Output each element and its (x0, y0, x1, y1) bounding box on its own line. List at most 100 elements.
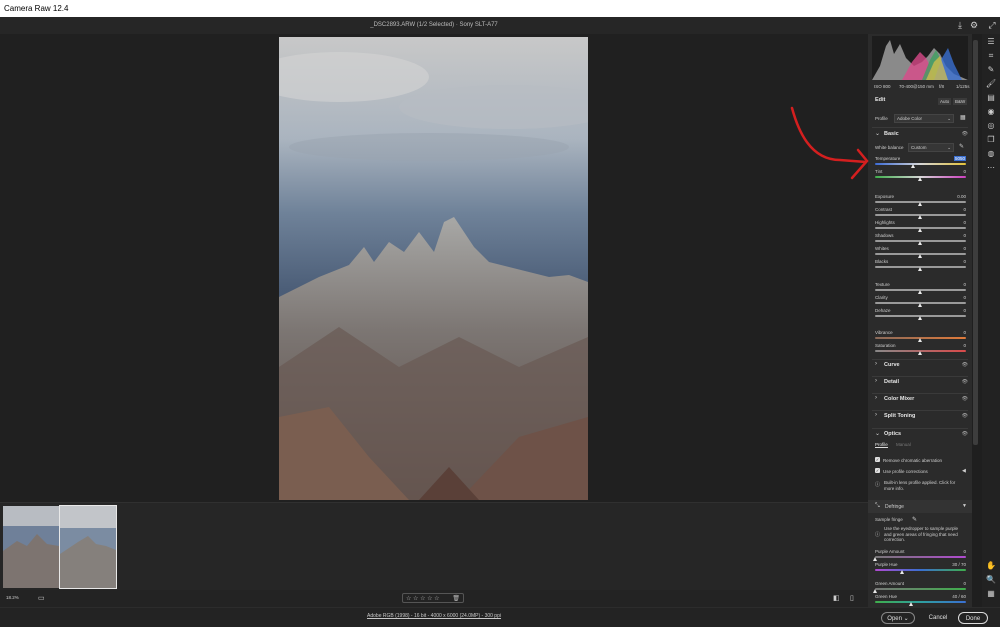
optics-tab-profile[interactable]: Profile (875, 442, 888, 448)
zoom-level[interactable]: 18.2% (6, 595, 19, 600)
chevron-right-icon[interactable]: › (875, 395, 877, 401)
open-button[interactable]: Open ⌄ (881, 612, 915, 624)
chevron-right-icon[interactable]: › (875, 378, 877, 384)
fringe-eyedropper-icon[interactable]: ✎ (912, 516, 917, 523)
gear-icon[interactable]: ⚙ (968, 19, 980, 31)
slider-thumb[interactable] (910, 164, 915, 168)
slider-thumb[interactable] (918, 177, 922, 181)
slider-thumb[interactable] (908, 602, 913, 606)
auto-button[interactable]: Auto (938, 98, 952, 105)
cancel-button[interactable]: Cancel (923, 612, 953, 624)
defringe-header[interactable]: ⤡ Defringe ▼ (868, 500, 972, 513)
done-button[interactable]: Done (958, 612, 988, 624)
zoom-tool-icon[interactable]: 🔍 (984, 574, 998, 586)
eye-icon[interactable]: 👁 (962, 413, 968, 419)
slider-value[interactable]: 0 (963, 330, 966, 335)
slider-thumb[interactable] (918, 338, 922, 342)
slider-value[interactable]: 0 (963, 549, 966, 554)
chevron-right-icon[interactable]: › (875, 361, 877, 367)
profile-browser-icon[interactable]: ▦ (960, 114, 966, 121)
basic-title[interactable]: Basic (884, 131, 899, 137)
eyedropper-icon[interactable]: ✎ (959, 143, 964, 150)
slider-thumb[interactable] (899, 570, 904, 574)
compare-icon[interactable]: ▯ (850, 594, 854, 602)
hand-icon[interactable]: ✋ (984, 560, 998, 572)
slider-thumb[interactable] (918, 254, 922, 258)
eye-icon[interactable]: 👁 (962, 379, 968, 385)
more-icon[interactable]: ⋯ (984, 162, 998, 174)
slider-value[interactable]: 0 (963, 246, 966, 251)
slider-thumb[interactable] (872, 557, 877, 561)
trash-icon[interactable]: 🗑 (452, 595, 460, 602)
slider-value[interactable]: 0 (963, 207, 966, 212)
panel-scrollbar[interactable] (973, 40, 978, 445)
grid-icon[interactable]: ▦ (984, 588, 998, 600)
optics-title[interactable]: Optics (884, 431, 901, 437)
slider-value[interactable]: 0.00 (957, 194, 966, 199)
thumbnail-1[interactable] (3, 506, 59, 588)
slider-value[interactable]: 0 (963, 343, 966, 348)
rating-stars[interactable]: ☆ ☆ ☆ ☆ ☆ (406, 595, 440, 602)
slider-thumb[interactable] (918, 241, 922, 245)
slider-thumb[interactable] (918, 215, 922, 219)
workflow-options-link[interactable]: Adobe RGB (1998) - 16 bit - 4000 x 6000 … (0, 613, 868, 619)
slider-thumb[interactable] (872, 589, 877, 593)
chevron-right-icon[interactable]: › (875, 412, 877, 418)
presets-icon[interactable]: ◍ (984, 148, 998, 160)
crop-icon[interactable]: ⌗ (984, 50, 998, 62)
slider-value[interactable]: 0 (963, 308, 966, 313)
eye-icon[interactable]: 👁 (962, 396, 968, 402)
slider-thumb[interactable] (918, 316, 922, 320)
slider-thumb[interactable] (918, 228, 922, 232)
lens-profile-info[interactable]: Built-in lens profile applied. Click for… (884, 480, 966, 491)
basic-chevron-icon[interactable]: ⌄ (875, 130, 880, 137)
bw-button[interactable]: B&W (953, 98, 968, 105)
image-canvas[interactable] (0, 34, 868, 502)
section-title[interactable]: Detail (884, 379, 899, 385)
view-icon[interactable]: ◧ (833, 594, 840, 602)
slider-thumb[interactable] (918, 202, 922, 206)
section-title[interactable]: Curve (884, 362, 900, 368)
optics-chevron-icon[interactable]: ⌄ (875, 430, 880, 437)
slider-value[interactable]: 0 (963, 581, 966, 586)
white-balance-dropdown[interactable]: Custom ⌄ (908, 143, 954, 152)
slider-value[interactable]: 0 (963, 295, 966, 300)
radial-filter-icon[interactable]: ◉ (984, 106, 998, 118)
slider-track[interactable] (875, 601, 966, 603)
snapshots-icon[interactable]: ❐ (984, 134, 998, 146)
slider-value[interactable]: 5050 (953, 156, 966, 161)
eye-icon[interactable]: 👁 (962, 131, 968, 137)
slider-track[interactable] (875, 163, 966, 165)
slider-track[interactable] (875, 556, 966, 558)
optics-tab-manual[interactable]: Manual (896, 442, 911, 447)
slider-thumb[interactable] (918, 267, 922, 271)
collapse-triangle-icon[interactable]: ▼ (962, 503, 967, 509)
graduated-filter-icon[interactable]: ▤ (984, 92, 998, 104)
slider-value[interactable]: 0 (963, 233, 966, 238)
fullscreen-icon[interactable]: ⤢ (986, 19, 998, 31)
thumbnail-2[interactable] (59, 505, 117, 589)
edit-sliders-icon[interactable]: ☰ (984, 36, 998, 48)
slider-thumb[interactable] (918, 303, 922, 307)
eye-icon[interactable]: 👁 (962, 362, 968, 368)
eye-icon[interactable]: 👁 (962, 431, 968, 437)
use-profile-checkbox[interactable]: ✓ (875, 468, 880, 473)
profile-dropdown[interactable]: Adobe Color ⌄ (894, 114, 954, 123)
slider-value[interactable]: 0 (963, 220, 966, 225)
slider-track[interactable] (875, 588, 966, 590)
spot-removal-icon[interactable]: ✎ (984, 64, 998, 76)
expand-triangle-icon[interactable]: ◀ (962, 468, 966, 474)
section-title[interactable]: Split Toning (884, 413, 915, 419)
slider-value[interactable]: 0 (963, 259, 966, 264)
save-icon[interactable]: ⤓ (954, 19, 966, 31)
section-title[interactable]: Color Mixer (884, 396, 914, 402)
filmstrip-toggle-icon[interactable]: ▭ (38, 594, 45, 602)
brush-icon[interactable]: 🖌 (984, 78, 998, 90)
slider-value[interactable]: 0 (963, 282, 966, 287)
slider-track[interactable] (875, 569, 966, 571)
remove-ca-checkbox[interactable]: ✓ (875, 457, 880, 462)
red-eye-icon[interactable]: ◎ (984, 120, 998, 132)
slider-value[interactable]: 30 / 70 (952, 562, 966, 567)
slider-value[interactable]: 40 / 60 (952, 594, 966, 599)
slider-thumb[interactable] (918, 351, 922, 355)
